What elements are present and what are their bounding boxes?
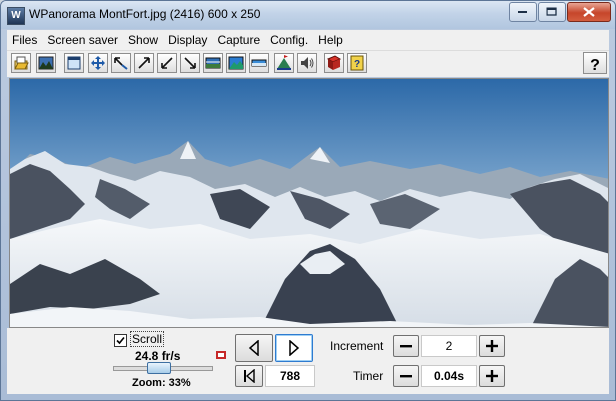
wide-view-button[interactable] [203,53,223,73]
picture-button[interactable] [36,53,56,73]
maximize-button[interactable] [538,2,566,22]
open-file-icon [14,56,29,70]
arrow-down-left-icon [161,57,173,69]
timer-field[interactable]: 0.04s [421,365,477,387]
help-book-icon: ? [350,55,364,71]
toolbar: ? ? [7,51,609,77]
minus-icon [400,345,412,348]
pan-down-right-button[interactable] [180,53,200,73]
scroll-label[interactable]: Scroll [129,331,165,347]
menu-bar: Files Screen saver Show Display Capture Confi… [7,30,609,51]
timer-plus-button[interactable] [479,365,505,387]
shrink-button[interactable] [111,53,131,73]
menu-config[interactable]: Config. [265,30,313,48]
library-button[interactable] [324,53,344,73]
pan-up-right-button[interactable] [134,53,154,73]
mountain-flag-icon [277,55,291,70]
wide-picture-icon [205,57,221,69]
increment-minus-button[interactable] [393,335,419,357]
app-icon[interactable]: W [7,7,25,25]
increment-plus-button[interactable] [479,335,505,357]
plus-icon [486,370,498,382]
position-field[interactable]: 788 [265,365,315,387]
scroll-checkbox[interactable] [114,334,127,347]
flat-panorama-icon [251,59,267,67]
close-button[interactable] [567,2,611,22]
minimize-icon [518,11,527,13]
control-panel: Scroll 24.8 fr/s Zoom: 33% 788 Increment… [7,328,609,394]
app-window: W WPanorama MontFort.jpg (2416) 600 x 25… [0,0,616,401]
minimize-button[interactable] [509,2,537,22]
scroll-left-button[interactable] [235,334,273,362]
pan-down-left-button[interactable] [157,53,177,73]
shrink-arrow-icon [114,57,128,70]
minus-icon [400,375,412,378]
flat-panorama-button[interactable] [249,53,269,73]
timer-minus-button[interactable] [393,365,419,387]
zoom-label: Zoom: 33% [132,377,191,389]
svg-text:?: ? [354,59,360,70]
question-mark-icon: ? [590,57,600,74]
speed-indicator-icon [216,351,226,359]
mountain-panorama-picture [10,79,608,327]
maximize-icon [546,7,557,16]
triangle-right-icon [289,340,300,356]
sound-button[interactable] [297,53,317,73]
triangle-left-icon [248,340,259,356]
frame-rate-label: 24.8 fr/s [135,349,181,363]
move-arrows-icon [91,56,105,70]
help-button[interactable]: ? [583,52,607,74]
window-icon [67,56,81,70]
skip-to-start-icon [244,369,255,383]
panorama-image[interactable] [9,78,609,328]
caption-buttons [508,2,611,22]
panorama-icon [228,56,244,70]
menu-capture[interactable]: Capture [212,30,265,48]
help-book-button[interactable]: ? [347,53,367,73]
menu-files[interactable]: Files [7,30,42,48]
window-button[interactable] [64,53,84,73]
zoom-slider-thumb[interactable] [147,362,171,374]
plus-icon [486,340,498,352]
speaker-icon [301,57,314,69]
menu-show[interactable]: Show [123,30,163,48]
arrow-down-right-icon [184,57,196,69]
timer-label: Timer [353,369,384,383]
go-to-start-button[interactable] [235,365,263,387]
title-bar[interactable]: W WPanorama MontFort.jpg (2416) 600 x 25… [1,1,615,29]
arrow-up-right-icon [138,57,150,69]
book-icon [326,55,342,70]
menu-help[interactable]: Help [313,30,348,48]
check-icon [116,336,125,345]
window-title: WPanorama MontFort.jpg (2416) 600 x 250 [29,7,261,21]
close-icon [583,7,595,17]
move-button[interactable] [88,53,108,73]
panorama-button[interactable] [226,53,246,73]
increment-field[interactable]: 2 [421,335,477,357]
landscape-picture-icon [38,56,54,70]
svg-text:?: ? [590,57,600,74]
scroll-right-button[interactable] [275,334,313,362]
open-file-button[interactable] [11,53,31,73]
menu-display[interactable]: Display [163,30,212,48]
menu-screen-saver[interactable]: Screen saver [42,30,123,48]
increment-label: Increment [330,339,384,353]
mountain-button[interactable] [274,53,294,73]
